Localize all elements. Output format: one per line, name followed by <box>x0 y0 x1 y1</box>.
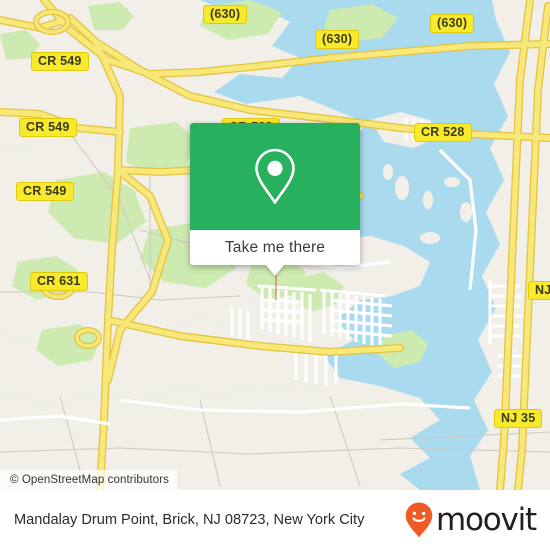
road-shield: (630) <box>203 5 248 24</box>
road-shield: CR 528 <box>414 123 472 142</box>
road-shield: (630) <box>430 14 475 33</box>
road-shield: CR 631 <box>30 272 88 291</box>
popup-icon-area <box>190 123 360 230</box>
road-shield: (630) <box>315 30 360 49</box>
road-shield: CR 549 <box>31 52 89 71</box>
road-shield: CR 549 <box>16 182 74 201</box>
map-screenshot: (630)(630)(630)CR 549CR 528CR 528CR 549C… <box>0 0 550 550</box>
osm-attribution[interactable]: © OpenStreetMap contributors <box>0 470 177 490</box>
moovit-wordmark: moovit <box>435 501 537 538</box>
take-me-there-label: Take me there <box>224 238 326 256</box>
map-pin-icon <box>255 148 295 204</box>
location-popup[interactable]: Take me there <box>190 123 360 276</box>
take-me-there-button[interactable]: Take me there <box>190 230 360 265</box>
road-shield: NJ <box>528 281 550 300</box>
location-title: Mandalay Drum Point, Brick, NJ 08723, Ne… <box>14 512 365 528</box>
moovit-pin-smile-icon <box>405 502 433 538</box>
moovit-logo[interactable]: moovit <box>404 501 537 539</box>
road-shield: CR 549 <box>19 118 77 137</box>
road-shield: NJ 35 <box>494 409 543 428</box>
popup-tail <box>266 265 284 276</box>
footer-bar: Mandalay Drum Point, Brick, NJ 08723, Ne… <box>0 490 550 550</box>
